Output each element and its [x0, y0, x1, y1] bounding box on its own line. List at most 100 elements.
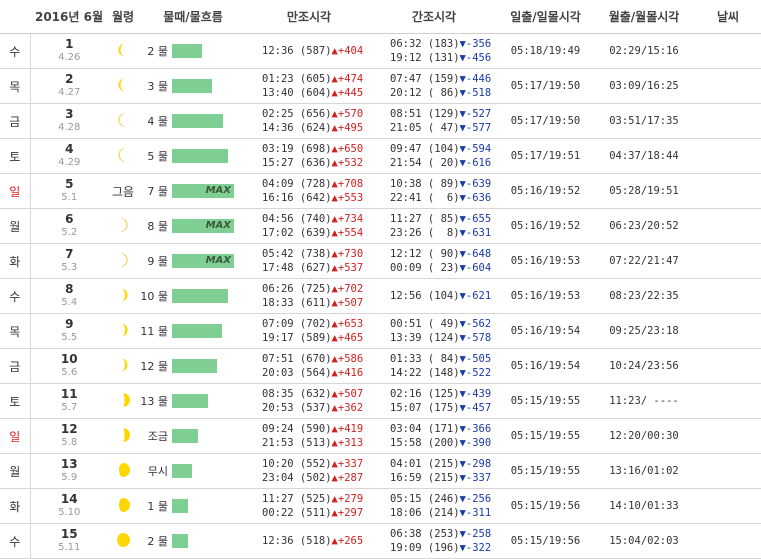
- low-time: 19:12 (131): [390, 52, 460, 64]
- moon-phase-icon: [115, 112, 131, 131]
- tide-label: 1 물: [147, 500, 168, 513]
- low-diff: ▼-604: [459, 262, 492, 274]
- low-tide-entry: 00:51 ( 49)▼-562: [390, 317, 498, 331]
- low-tide-entry: 06:38 (253)▼-258: [390, 527, 498, 541]
- low-diff: ▼-390: [459, 437, 492, 449]
- low-time: 03:04 (171): [390, 423, 460, 435]
- high-diff: ▲+465: [331, 332, 364, 344]
- low-diff: ▼-322: [459, 542, 492, 554]
- high-diff: ▲+507: [331, 297, 364, 309]
- moonrise-moonset: 15:04/02:03: [593, 523, 695, 559]
- table-row: 토 4 4.29 5 물 03:19 (698)▲+650 15:27 (636)…: [0, 138, 761, 174]
- day-of-week: 일: [0, 173, 31, 209]
- tide-cell: 1 물: [138, 488, 248, 524]
- tide-cell: 9 물 MAX: [138, 243, 248, 279]
- day-of-week: 금: [0, 103, 31, 139]
- moon-cell: [108, 383, 138, 419]
- high-tide-entry: 16:16 (642)▲+553: [262, 191, 370, 205]
- high-time: 07:51 (670): [262, 353, 332, 365]
- moon-cell: [108, 138, 138, 174]
- low-tide-entry: 01:33 ( 84)▼-505: [390, 352, 498, 366]
- day-of-week: 일: [0, 418, 31, 454]
- header-tide: 물때/물흐름: [138, 0, 248, 34]
- solar-day: 13: [60, 457, 78, 471]
- high-tide-cell: 07:51 (670)▲+586 20:03 (564)▲+416: [248, 348, 370, 384]
- high-tide-entry: 04:09 (728)▲+708: [262, 177, 370, 191]
- header-moontime: 월출/월몰시각: [593, 0, 695, 34]
- moon-phase-icon: [115, 217, 131, 236]
- high-tide-entry: 00:22 (511)▲+297: [262, 506, 370, 520]
- low-time: 23:26 ( 8): [390, 227, 460, 239]
- low-time: 16:59 (215): [390, 472, 460, 484]
- high-diff: ▲+708: [331, 178, 364, 190]
- day-of-week: 월: [0, 453, 31, 489]
- low-time: 00:51 ( 49): [390, 318, 460, 330]
- high-tide-cell: 05:42 (738)▲+730 17:48 (627)▲+537: [248, 243, 370, 279]
- moonrise-moonset: 08:23/22:35: [593, 278, 695, 314]
- tide-cell: 7 물 MAX: [138, 173, 248, 209]
- moonrise-moonset: 12:20/00:30: [593, 418, 695, 454]
- date-cell: 4 4.29: [30, 138, 108, 174]
- high-diff: ▲+474: [331, 73, 364, 85]
- lunar-date: 5.10: [58, 507, 81, 518]
- high-diff: ▲+279: [331, 493, 364, 505]
- tide-cell: 11 물: [138, 313, 248, 349]
- high-diff: ▲+734: [331, 213, 364, 225]
- moonrise-moonset: 04:37/18:44: [593, 138, 695, 174]
- tide-flow-bar: [172, 44, 202, 58]
- low-tide-cell: 12:12 ( 90)▼-648 00:09 ( 23)▼-604: [370, 243, 498, 279]
- date-cell: 7 5.3: [30, 243, 108, 279]
- solar-day: 6: [65, 212, 74, 226]
- table-row: 수 15 5.11 2 물 12:36 (518)▲+265 06:38 (25…: [0, 523, 761, 559]
- moon-phase-icon: [115, 42, 131, 61]
- max-label: MAX: [205, 185, 231, 196]
- table-row: 수 1 4.26 2 물 12:36 (587)▲+404 06:32 (183…: [0, 33, 761, 69]
- weather-cell: [695, 488, 761, 524]
- high-tide-entry: 14:36 (624)▲+495: [262, 121, 370, 135]
- low-tide-cell: 02:16 (125)▼-439 15:07 (175)▼-457: [370, 383, 498, 419]
- low-diff: ▼-577: [459, 122, 492, 134]
- day-of-week: 수: [0, 523, 31, 559]
- high-time: 00:22 (511): [262, 507, 332, 519]
- low-diff: ▼-356: [459, 38, 492, 50]
- lunar-date: 4.29: [58, 157, 81, 168]
- high-diff: ▲+416: [331, 367, 364, 379]
- high-time: 18:33 (611): [262, 297, 332, 309]
- tide-flow-bar: MAX: [172, 184, 234, 198]
- sunrise-sunset: 05:16/19:53: [498, 278, 593, 314]
- low-time: 20:12 ( 86): [390, 87, 460, 99]
- sunrise-sunset: 05:17/19:50: [498, 103, 593, 139]
- low-tide-entry: 19:12 (131)▼-456: [390, 51, 498, 65]
- lunar-date: 5.1: [61, 192, 78, 203]
- tide-cell: 3 물: [138, 68, 248, 104]
- low-diff: ▼-457: [459, 402, 492, 414]
- low-tide-cell: 08:51 (129)▼-527 21:05 ( 47)▼-577: [370, 103, 498, 139]
- high-diff: ▲+570: [331, 108, 364, 120]
- high-time: 20:53 (537): [262, 402, 332, 414]
- low-tide-entry: 03:04 (171)▼-366: [390, 422, 498, 436]
- header-row: 2016년 6월 월령 물때/물흐름 만조시각 간조시각 일출/일몰시각 월출/…: [0, 0, 761, 34]
- lunar-date: 5.9: [61, 472, 78, 483]
- tide-label: 3 물: [147, 80, 168, 93]
- day-of-week: 토: [0, 138, 31, 174]
- low-time: 05:15 (246): [390, 493, 460, 505]
- high-tide-entry: 11:27 (525)▲+279: [262, 492, 370, 506]
- solar-day: 4: [65, 142, 74, 156]
- high-tide-entry: 04:56 (740)▲+734: [262, 212, 370, 226]
- low-diff: ▼-636: [459, 192, 492, 204]
- solar-day: 12: [60, 422, 78, 436]
- weather-cell: [695, 103, 761, 139]
- date-cell: 6 5.2: [30, 208, 108, 244]
- table-row: 목 9 5.5 11 물 07:09 (702)▲+653 19:17 (589)…: [0, 313, 761, 349]
- sunrise-sunset: 05:16/19:54: [498, 348, 593, 384]
- high-tide-cell: 04:09 (728)▲+708 16:16 (642)▲+553: [248, 173, 370, 209]
- date-cell: 8 5.4: [30, 278, 108, 314]
- date-cell: 10 5.6: [30, 348, 108, 384]
- weather-cell: [695, 383, 761, 419]
- low-tide-entry: 16:59 (215)▼-337: [390, 471, 498, 485]
- solar-day: 11: [60, 387, 78, 401]
- low-tide-entry: 00:09 ( 23)▼-604: [390, 261, 498, 275]
- sunrise-sunset: 05:15/19:55: [498, 418, 593, 454]
- tide-label: 조금: [147, 430, 168, 443]
- high-tide-entry: 03:19 (698)▲+650: [262, 142, 370, 156]
